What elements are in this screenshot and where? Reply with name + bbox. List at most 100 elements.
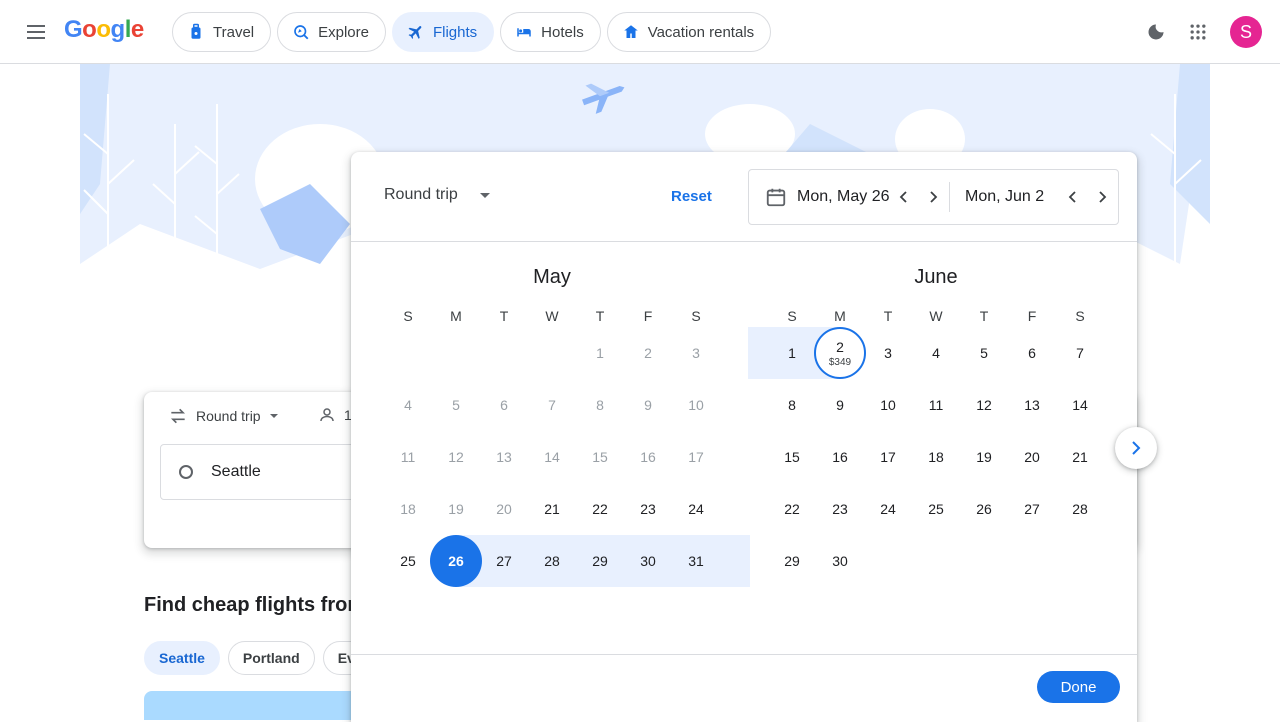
calendar-day[interactable]: 30 <box>624 535 672 587</box>
calendar-day[interactable]: 23 <box>816 483 864 535</box>
calendar-day[interactable]: 7 <box>1056 327 1104 379</box>
calendar-day[interactable]: 2 $349 <box>816 327 864 379</box>
date-divider <box>949 182 950 212</box>
day-number: 18 <box>928 449 944 465</box>
nav-chip-hotels[interactable]: Hotels <box>500 12 601 52</box>
calendar-day: 20 <box>480 483 528 535</box>
return-next-day-button[interactable] <box>1090 185 1114 209</box>
day-number: 2 <box>644 345 652 361</box>
day-number: 29 <box>784 553 800 569</box>
main-menu-button[interactable] <box>16 12 56 52</box>
weekday-header-tue: T <box>883 308 893 324</box>
calendar-day: 19 <box>432 483 480 535</box>
calendar-day[interactable]: 29 <box>768 535 816 587</box>
weekday-header-thu: T <box>595 308 605 324</box>
done-button[interactable]: Done <box>1037 671 1120 703</box>
day-number: 30 <box>832 553 848 569</box>
calendar-day[interactable]: 24 <box>672 483 720 535</box>
header-actions: S <box>1146 16 1262 48</box>
day-number: 20 <box>1024 449 1040 465</box>
calendar-day: 10 <box>672 379 720 431</box>
nav-chip-flights[interactable]: Flights <box>391 12 495 52</box>
calendar-day[interactable]: 21 <box>1056 431 1104 483</box>
calendar-day: 5 <box>432 379 480 431</box>
calendar-day[interactable]: 10 <box>864 379 912 431</box>
dialog-trip-type-dropdown[interactable]: Round trip <box>384 186 490 204</box>
calendar-day[interactable]: 27 <box>480 535 528 587</box>
departure-date-field[interactable]: Mon, May 26 <box>765 170 889 224</box>
day-number: 1 <box>596 345 604 361</box>
calendar-day[interactable]: 27 <box>1008 483 1056 535</box>
nav-chip-travel[interactable]: Travel <box>172 12 272 52</box>
calendar-day[interactable]: 1 <box>768 327 816 379</box>
calendar-day[interactable]: 23 <box>624 483 672 535</box>
calendar-day[interactable]: 22 <box>576 483 624 535</box>
calendar-day: 16 <box>624 431 672 483</box>
nav-chip-label: Hotels <box>541 23 584 41</box>
month-title-may: May <box>533 266 571 288</box>
dialog-trip-type-label: Round trip <box>384 186 458 203</box>
dark-mode-icon[interactable] <box>1146 22 1166 42</box>
day-number: 21 <box>544 501 560 517</box>
passengers-dropdown[interactable]: 1 <box>318 406 352 424</box>
next-month-button[interactable] <box>1115 427 1157 469</box>
calendar-day[interactable]: 9 <box>816 379 864 431</box>
calendar-day[interactable]: 13 <box>1008 379 1056 431</box>
calendar-day[interactable]: 18 <box>912 431 960 483</box>
calendar-day[interactable]: 29 <box>576 535 624 587</box>
calendar-day[interactable]: 14 <box>1056 379 1104 431</box>
day-number: 13 <box>496 449 512 465</box>
calendar-day[interactable]: 31 <box>672 535 720 587</box>
calendar-day[interactable]: 16 <box>816 431 864 483</box>
day-number: 14 <box>1072 397 1088 413</box>
month-title-june: June <box>914 266 958 288</box>
day-number: 28 <box>544 553 560 569</box>
nav-chip-vacation-rentals[interactable]: Vacation rentals <box>606 12 772 52</box>
calendar-day[interactable]: 25 <box>912 483 960 535</box>
departure-next-day-button[interactable] <box>921 185 945 209</box>
apps-grid-icon[interactable] <box>1188 22 1208 42</box>
calendar-day: 3 <box>672 327 720 379</box>
calendar-day[interactable]: 19 <box>960 431 1008 483</box>
calendar-day[interactable]: 17 <box>864 431 912 483</box>
day-number: 14 <box>544 449 560 465</box>
calendar-day[interactable]: 3 <box>864 327 912 379</box>
account-avatar[interactable]: S <box>1230 16 1262 48</box>
day-price: $349 <box>828 356 852 368</box>
airplane-icon <box>408 26 422 39</box>
calendar-day[interactable]: 4 <box>912 327 960 379</box>
calendar-day[interactable]: 25 <box>384 535 432 587</box>
calendar-day[interactable]: 26 <box>960 483 1008 535</box>
calendar-day[interactable]: 22 <box>768 483 816 535</box>
date-range-field: Mon, May 26 Mon, Jun 2 <box>748 169 1119 225</box>
map-preview[interactable] <box>144 691 364 720</box>
weekday-header-mon: M <box>834 308 846 324</box>
calendar-day[interactable]: 21 <box>528 483 576 535</box>
city-chip-seattle[interactable]: Seattle <box>144 641 220 675</box>
calendar-day[interactable]: 28 <box>528 535 576 587</box>
return-prev-day-button[interactable] <box>1061 185 1085 209</box>
calendar-day[interactable]: 24 <box>864 483 912 535</box>
google-logo[interactable]: Google <box>64 16 144 44</box>
date-picker-dialog: Round trip Reset Mon, May 26 Mon, Jun 2 <box>351 152 1137 722</box>
calendar-day[interactable]: 26 <box>432 535 480 587</box>
calendar-day[interactable]: 5 <box>960 327 1008 379</box>
return-date-value: Mon, Jun 2 <box>965 188 1045 205</box>
calendar-day[interactable]: 30 <box>816 535 864 587</box>
calendar-day[interactable]: 20 <box>1008 431 1056 483</box>
calendar-day[interactable]: 6 <box>1008 327 1056 379</box>
calendar-day[interactable]: 11 <box>912 379 960 431</box>
return-date-field[interactable]: Mon, Jun 2 <box>965 170 1044 224</box>
day-number: 7 <box>548 397 556 413</box>
calendar-icon <box>766 188 786 207</box>
calendar-day[interactable]: 12 <box>960 379 1008 431</box>
city-chip-portland[interactable]: Portland <box>227 641 315 675</box>
calendar-day[interactable]: 8 <box>768 379 816 431</box>
calendar-day[interactable]: 28 <box>1056 483 1104 535</box>
nav-chip-explore[interactable]: Explore <box>277 12 386 52</box>
calendar-day[interactable]: 15 <box>768 431 816 483</box>
trip-type-dropdown[interactable]: Round trip <box>168 406 279 426</box>
day-number: 7 <box>1076 345 1084 361</box>
departure-prev-day-button[interactable] <box>892 185 916 209</box>
reset-button[interactable]: Reset <box>671 188 712 205</box>
